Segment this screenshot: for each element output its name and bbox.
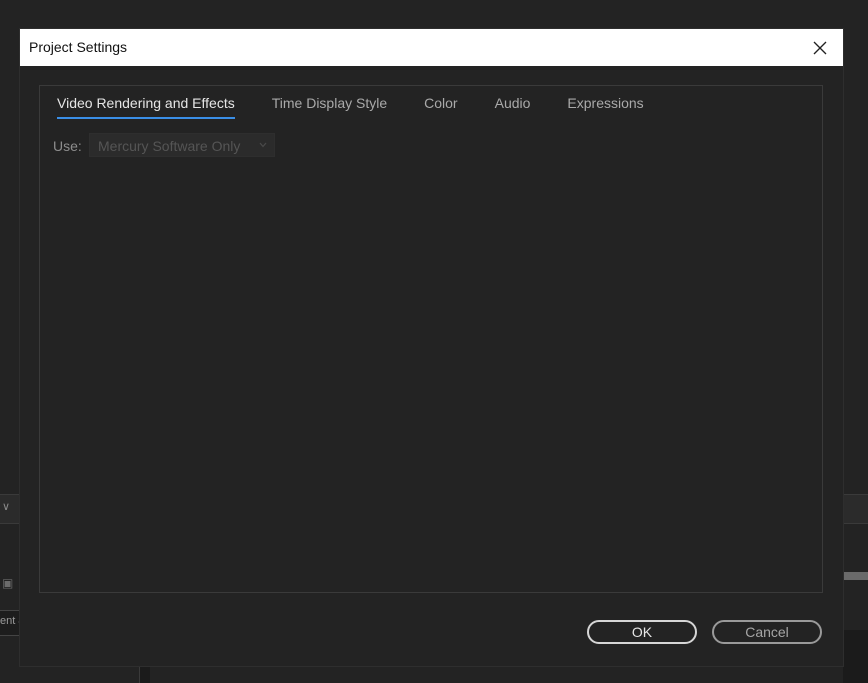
graph-icon: ▣ [2, 576, 14, 590]
background-divider [139, 666, 150, 683]
renderer-select-value: Mercury Software Only [98, 138, 241, 154]
tab-color[interactable]: Color [424, 95, 457, 119]
background-toolbar-right [843, 494, 868, 524]
chevron-down-icon [259, 142, 267, 148]
tab-audio[interactable]: Audio [495, 95, 531, 119]
tab-expressions[interactable]: Expressions [567, 95, 643, 119]
tab-time-display-style[interactable]: Time Display Style [272, 95, 387, 119]
tab-video-rendering-and-effects[interactable]: Video Rendering and Effects [57, 95, 235, 119]
close-button[interactable] [797, 29, 843, 66]
dialog-title: Project Settings [29, 39, 128, 55]
renderer-select[interactable]: Mercury Software Only [89, 133, 275, 157]
use-label: Use: [53, 138, 82, 154]
settings-tabs: Video Rendering and Effects Time Display… [57, 95, 681, 119]
background-truncated-label: ent & [0, 615, 20, 627]
close-icon [813, 41, 827, 54]
project-settings-dialog: Project Settings Video Rendering and Eff… [20, 29, 843, 666]
background-panel-right [843, 630, 868, 683]
settings-panel: Video Rendering and Effects Time Display… [39, 85, 823, 593]
dialog-titlebar: Project Settings [20, 29, 843, 66]
background-slider [843, 572, 868, 580]
ok-button[interactable]: OK [587, 620, 697, 644]
chevron-down-icon: ∨ [2, 501, 11, 513]
cancel-button[interactable]: Cancel [712, 620, 822, 644]
